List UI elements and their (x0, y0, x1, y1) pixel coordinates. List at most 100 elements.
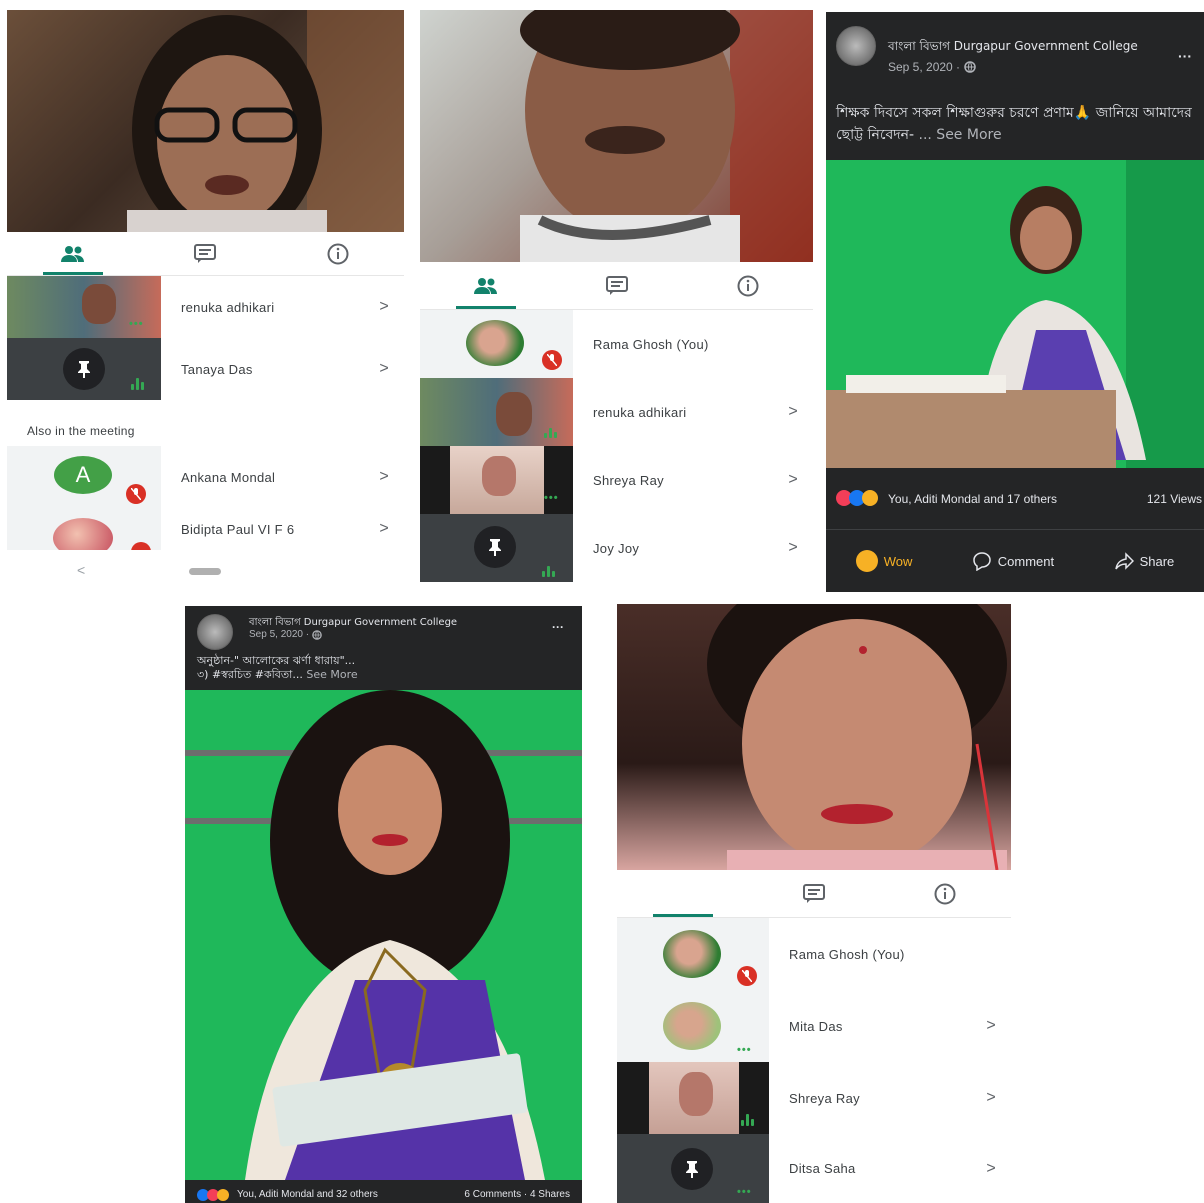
post-stats[interactable]: 6 Comments · 4 Shares (464, 1189, 570, 1200)
reaction-icons[interactable] (836, 490, 878, 506)
chevron-right-icon[interactable]: > (364, 360, 404, 378)
reactions-bar: You, Aditi Mondal and 32 others 6 Commen… (185, 1186, 582, 1203)
avatar (663, 1002, 721, 1050)
reactions-bar: You, Aditi Mondal and 17 others 121 View… (826, 468, 1204, 530)
tab-chat[interactable] (587, 262, 647, 309)
tab-info[interactable] (718, 262, 778, 309)
participant-thumbnail (7, 338, 161, 400)
chevron-right-icon[interactable]: > (971, 1017, 1011, 1035)
participant-name: Rama Ghosh (You) (593, 336, 709, 352)
chevron-right-icon[interactable]: > (364, 468, 404, 486)
speaker-figure (520, 10, 813, 262)
chat-icon (802, 883, 825, 903)
participant-row[interactable]: ••• renuka adhikari > (7, 276, 404, 338)
participant-name: renuka adhikari (181, 299, 275, 315)
participant-row[interactable]: Bidipta Paul VI F 6 > (7, 508, 404, 550)
chevron-right-icon[interactable]: > (364, 298, 404, 316)
info-icon (934, 883, 956, 904)
care-icon (217, 1188, 229, 1201)
chevron-right-icon[interactable]: > (971, 1160, 1011, 1178)
wow-button[interactable]: Wow (855, 550, 912, 572)
tab-chat[interactable] (784, 870, 844, 917)
chevron-right-icon[interactable]: > (773, 403, 813, 421)
meet-tabs (7, 232, 404, 276)
participant-row[interactable]: Rama Ghosh (You) (617, 918, 1011, 990)
post-date: Sep 5, 2020 · (888, 60, 976, 74)
share-icon (1114, 552, 1134, 570)
participant-row[interactable]: ••• Mita Das > (617, 990, 1011, 1062)
more-icon[interactable]: ··· (552, 620, 564, 634)
comment-icon (973, 552, 991, 571)
tab-people[interactable] (652, 870, 713, 917)
participant-row[interactable]: ••• Shreya Ray > (420, 446, 813, 514)
reaction-summary[interactable]: You, Aditi Mondal and 32 others (237, 1189, 378, 1200)
facebook-post-panel-2: বাংলা বিভাগ Durgapur Government College … (185, 606, 582, 1203)
mic-off-icon (126, 484, 146, 504)
participant-row[interactable]: Tanaya Das > (7, 338, 404, 400)
post-caption: শিক্ষক দিবসে সকল শিক্ষাগুরুর চরণে প্রণাম… (836, 105, 1192, 143)
video-feed-speaker (420, 10, 813, 262)
participant-thumbnail: ••• (7, 276, 161, 338)
share-button[interactable]: Share (1114, 551, 1174, 571)
more-icon[interactable]: ··· (1178, 48, 1192, 64)
participant-name: Mita Das (789, 1018, 843, 1034)
page-name[interactable]: বাংলা বিভাগ Durgapur Government College (888, 38, 1138, 58)
participant-row[interactable]: A Ankana Mondal > (7, 446, 404, 508)
see-more-link[interactable]: ... See More (919, 127, 1002, 143)
tab-info[interactable] (915, 870, 975, 917)
tab-chat[interactable] (175, 232, 235, 275)
audio-level-icon (131, 378, 144, 390)
tab-people[interactable] (43, 232, 104, 275)
reaction-icons[interactable] (197, 1188, 229, 1201)
people-icon (61, 245, 85, 262)
video-feed-speaker (7, 10, 404, 232)
participant-row[interactable]: renuka adhikari > (420, 378, 813, 446)
reaction-summary[interactable]: You, Aditi Mondal and 17 others (888, 492, 1057, 506)
participant-thumbnail (420, 514, 573, 582)
nav-back-button[interactable]: < (77, 562, 85, 578)
globe-icon (964, 61, 976, 73)
more-dots-icon: ••• (544, 492, 559, 504)
facebook-post-panel-1: বাংলা বিভাগ Durgapur Government College … (826, 12, 1204, 592)
participant-row[interactable]: Joy Joy > (420, 514, 813, 582)
comment-button[interactable]: Comment (972, 551, 1054, 571)
page-avatar[interactable] (836, 26, 876, 66)
participant-thumbnail: A (7, 446, 161, 508)
participant-row[interactable]: ••• Ditsa Saha > (617, 1134, 1011, 1203)
info-icon (737, 275, 758, 296)
see-more-link[interactable]: See More (306, 668, 357, 681)
chevron-right-icon[interactable]: > (773, 471, 813, 489)
avatar-initial: A (54, 456, 112, 494)
video-feed[interactable] (826, 160, 1204, 468)
avatar (663, 930, 721, 978)
video-feed[interactable] (185, 690, 582, 1180)
post-date: Sep 5, 2020 · (249, 629, 322, 640)
mic-off-icon (737, 966, 757, 986)
chevron-right-icon[interactable]: > (364, 520, 404, 538)
post-caption: অনুষ্ঠান-" আলোকের ঝর্ণা ধারায়"... ৩) #স… (197, 654, 358, 681)
tab-people[interactable] (455, 262, 516, 309)
pin-icon[interactable] (671, 1148, 713, 1190)
pin-icon[interactable] (63, 348, 105, 390)
meet-panel-1: ••• renuka adhikari > Tanaya Das > Also … (7, 10, 404, 582)
page-avatar[interactable] (197, 614, 233, 650)
participant-row[interactable]: Shreya Ray > (617, 1062, 1011, 1134)
globe-icon (312, 629, 322, 640)
participant-name: renuka adhikari (593, 404, 687, 420)
chevron-right-icon[interactable]: > (971, 1089, 1011, 1107)
more-dots-icon: ••• (737, 1044, 752, 1056)
tab-info[interactable] (308, 232, 368, 275)
people-icon (473, 277, 497, 294)
participant-row[interactable]: Rama Ghosh (You) (420, 310, 813, 378)
chevron-right-icon[interactable]: > (773, 539, 813, 557)
participant-name: Ditsa Saha (789, 1161, 856, 1176)
participant-thumbnail: ••• (617, 1134, 769, 1203)
participant-thumbnail (617, 1062, 769, 1134)
meet-tabs (617, 870, 1011, 918)
participant-name: Joy Joy (593, 540, 640, 556)
view-count[interactable]: 121 Views (1147, 492, 1202, 506)
pin-icon[interactable] (474, 526, 516, 568)
home-indicator[interactable] (189, 568, 221, 575)
action-bar: Wow Comment Share (826, 530, 1204, 592)
participant-thumbnail: ••• (617, 990, 769, 1062)
